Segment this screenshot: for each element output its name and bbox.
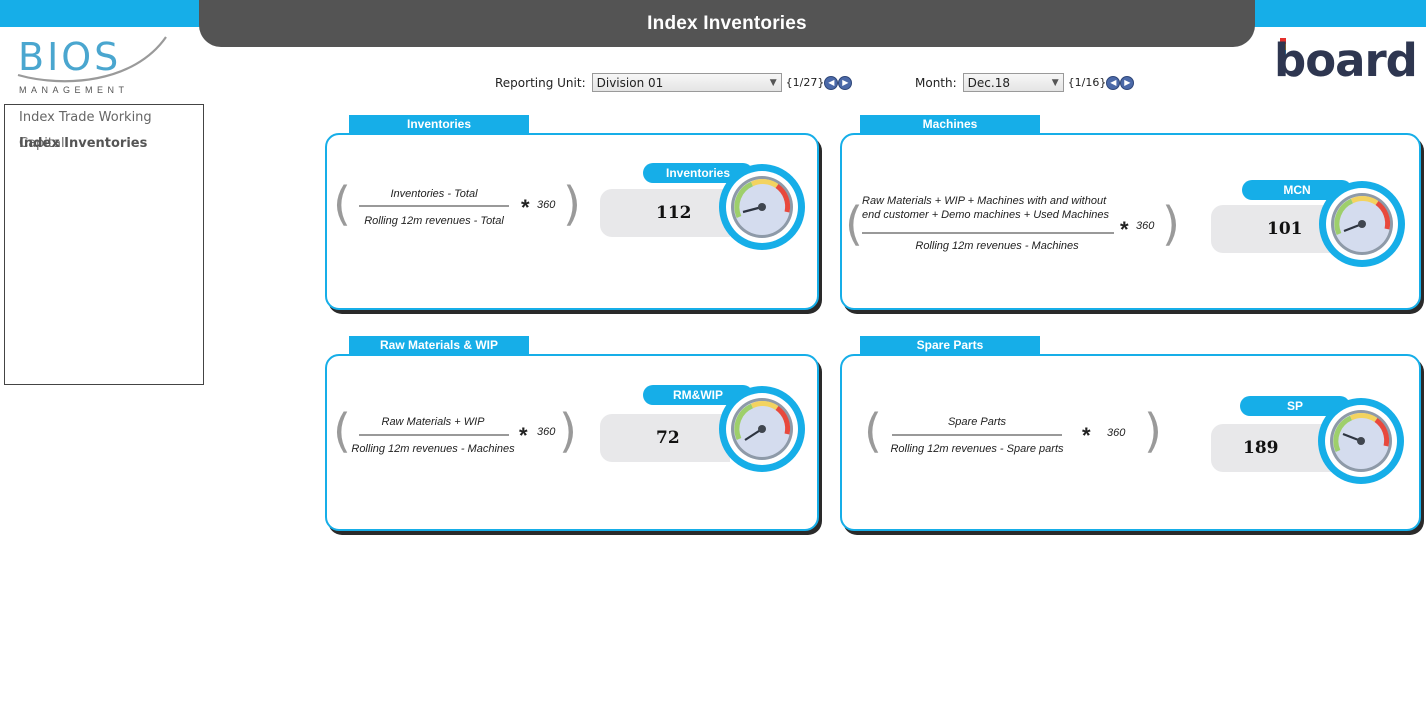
formula-denominator: Rolling 12m revenues - Total bbox=[364, 215, 504, 227]
previous-arrow-icon[interactable]: ◀ bbox=[824, 75, 839, 90]
bios-logo-word: BIOS bbox=[18, 35, 122, 79]
formula-numerator-line1: Raw Materials + WIP + Machines with and … bbox=[862, 195, 1107, 207]
chevron-down-icon: ▼ bbox=[769, 77, 777, 88]
month-count: {1/16} bbox=[1067, 76, 1107, 89]
card-machines: ( Raw Materials + WIP + Machines with an… bbox=[840, 133, 1421, 310]
card-spare-parts: ( Spare Parts Rolling 12m revenues - Spa… bbox=[840, 354, 1421, 531]
reporting-unit-label: Reporting Unit: bbox=[495, 75, 586, 90]
kpi-value-box: 72 bbox=[600, 414, 730, 462]
speedometer-gauge-icon bbox=[719, 386, 805, 472]
next-arrow-icon[interactable]: ▶ bbox=[1120, 75, 1135, 90]
formula-numerator: Spare Parts bbox=[947, 416, 1007, 428]
formula-multiplier: 360 bbox=[1107, 427, 1126, 439]
formula-multiplier: 360 bbox=[537, 199, 556, 211]
formula-numerator-line2: end customer + Demo machines + Used Mach… bbox=[862, 209, 1110, 221]
multiply-icon: * bbox=[519, 423, 528, 448]
card-raw-materials-wip: ( Raw Materials + WIP Rolling 12m revenu… bbox=[325, 354, 819, 531]
kpi-value-box: 112 bbox=[600, 189, 730, 237]
next-arrow-icon[interactable]: ▶ bbox=[838, 75, 853, 90]
card-tab-spare-parts: Spare Parts bbox=[860, 336, 1040, 354]
formula-numerator: Inventories - Total bbox=[390, 188, 478, 200]
close-paren: ) bbox=[563, 177, 581, 231]
previous-arrow-icon[interactable]: ◀ bbox=[1106, 75, 1121, 90]
kpi-value: 112 bbox=[656, 203, 692, 223]
formula-denominator: Rolling 12m revenues - Machines bbox=[915, 240, 1079, 252]
reporting-unit-count: {1/27} bbox=[785, 76, 825, 89]
formula-multiplier: 360 bbox=[537, 426, 556, 438]
fraction-line bbox=[359, 434, 509, 436]
kpi-value: 72 bbox=[656, 428, 680, 448]
month-dropdown[interactable]: Dec.18 ▼ bbox=[962, 73, 1064, 92]
speedometer-gauge-icon bbox=[1319, 181, 1405, 267]
open-paren: ( bbox=[333, 177, 351, 231]
formula-numerator: Raw Materials + WIP bbox=[381, 416, 485, 428]
bios-logo: BIOS MANAGEMENT bbox=[14, 33, 174, 99]
reporting-unit-selector: Reporting Unit: Division 01 ▼ {1/27} ◀ ▶ bbox=[495, 73, 853, 92]
board-logo-word: board bbox=[1274, 34, 1418, 87]
close-paren: ) bbox=[1162, 197, 1180, 251]
kpi-value: 101 bbox=[1267, 219, 1303, 239]
formula-denominator: Rolling 12m revenues - Machines bbox=[351, 443, 515, 455]
side-navigation: Index Trade Working Capital Index Invent… bbox=[4, 104, 204, 385]
month-selector: Month: Dec.18 ▼ {1/16} ◀ ▶ bbox=[915, 73, 1135, 92]
nav-item-index-trade-working-capital[interactable]: Index Trade Working Capital bbox=[5, 105, 203, 151]
formula-multiplier: 360 bbox=[1136, 220, 1155, 232]
open-paren: ( bbox=[845, 197, 863, 251]
fraction-line bbox=[862, 232, 1114, 234]
close-paren: ) bbox=[559, 404, 577, 458]
month-label: Month: bbox=[915, 75, 957, 90]
formula-denominator: Rolling 12m revenues - Spare parts bbox=[890, 443, 1064, 455]
multiply-icon: * bbox=[1082, 423, 1091, 448]
card-inventories: ( Inventories - Total Rolling 12m revenu… bbox=[325, 133, 819, 310]
chevron-down-icon: ▼ bbox=[1051, 77, 1059, 88]
kpi-value: 189 bbox=[1243, 438, 1279, 458]
title-bar: Index Inventories bbox=[199, 0, 1255, 47]
speedometer-gauge-icon bbox=[1318, 398, 1404, 484]
fraction-line bbox=[892, 434, 1062, 436]
multiply-icon: * bbox=[521, 195, 530, 220]
nav-item-index-inventories[interactable]: Index Inventories bbox=[5, 131, 203, 157]
card-tab-machines: Machines bbox=[860, 115, 1040, 133]
speedometer-gauge-icon bbox=[719, 164, 805, 250]
close-paren: ) bbox=[1144, 404, 1162, 458]
page-title: Index Inventories bbox=[647, 12, 807, 34]
card-tab-inventories: Inventories bbox=[349, 115, 529, 133]
open-paren: ( bbox=[864, 404, 882, 458]
fraction-line bbox=[359, 205, 509, 207]
card-tab-raw-materials-wip: Raw Materials & WIP bbox=[349, 336, 529, 354]
multiply-icon: * bbox=[1120, 217, 1129, 242]
reporting-unit-value: Division 01 bbox=[596, 75, 664, 90]
bios-logo-sub: MANAGEMENT bbox=[19, 85, 129, 95]
reporting-unit-dropdown[interactable]: Division 01 ▼ bbox=[591, 73, 782, 92]
month-value: Dec.18 bbox=[967, 75, 1010, 90]
board-logo: board bbox=[1274, 34, 1424, 90]
